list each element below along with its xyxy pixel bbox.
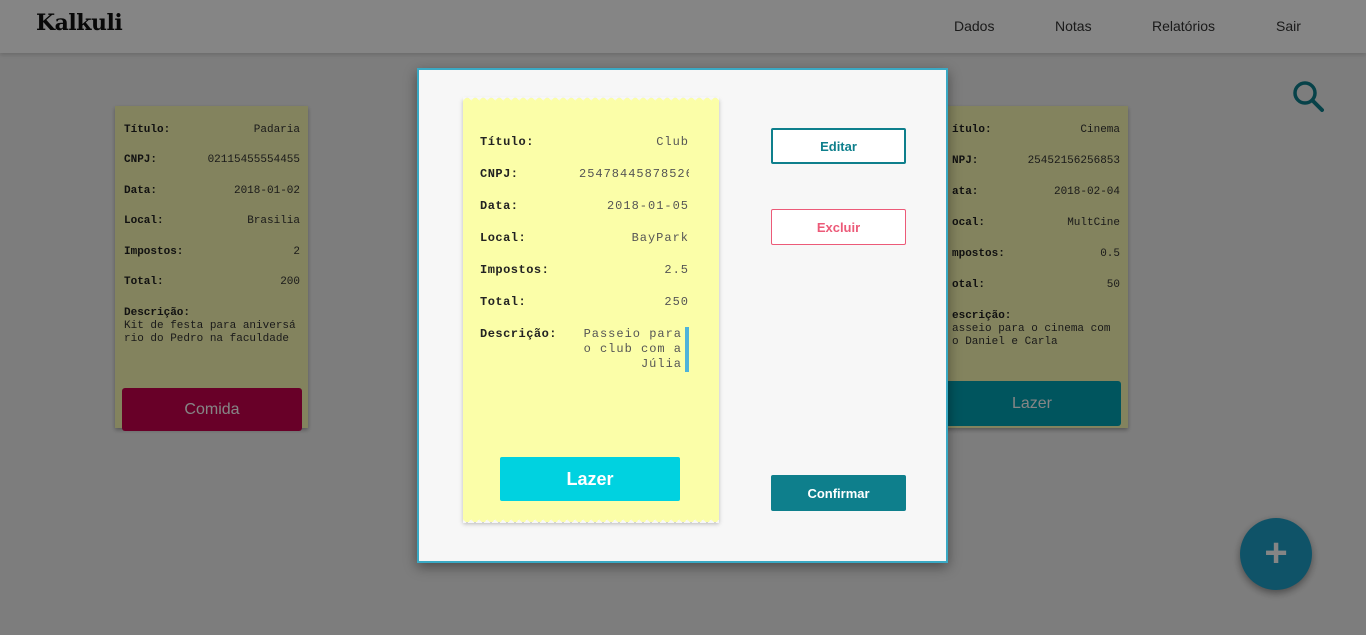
receipt-torn-edge-top [463, 97, 719, 103]
row-value[interactable]: Club [656, 135, 689, 149]
receipt-row-cnpj: CNPJ: 25478445878526 [480, 167, 689, 181]
edit-button[interactable]: Editar [771, 128, 906, 164]
receipt-torn-edge-bottom [463, 517, 719, 523]
row-label: Descrição: [480, 327, 558, 341]
row-value[interactable]: 2018-01-05 [607, 199, 689, 213]
row-value[interactable]: 25478445878526 [579, 167, 689, 181]
row-label: CNPJ: [480, 167, 519, 181]
description-textarea[interactable]: Passeio para o club com a Júlia [578, 327, 689, 372]
receipt-preview: Título: Club CNPJ: 25478445878526 Data: 201… [463, 97, 719, 523]
delete-button[interactable]: Excluir [771, 209, 906, 245]
category-button-lazer[interactable]: Lazer [500, 457, 680, 501]
receipt-row-total: Total: 250 [480, 295, 689, 309]
receipt-row-local: Local: BayPark [480, 231, 689, 245]
receipt-row-descricao: Descrição: Passeio para o club com a Júli… [480, 327, 689, 372]
receipt-detail-modal: Título: Club CNPJ: 25478445878526 Data: 201… [417, 68, 948, 563]
row-value[interactable]: 250 [664, 295, 689, 309]
row-value[interactable]: BayPark [632, 231, 689, 245]
row-label: Local: [480, 231, 527, 245]
row-label: Impostos: [480, 263, 550, 277]
receipt-row-impostos: Impostos: 2.5 [480, 263, 689, 277]
row-label: Título: [480, 135, 534, 149]
receipt-row-titulo: Título: Club [480, 135, 689, 149]
receipt-row-data: Data: 2018-01-05 [480, 199, 689, 213]
row-label: Total: [480, 295, 527, 309]
row-value[interactable]: 2.5 [664, 263, 689, 277]
row-label: Data: [480, 199, 519, 213]
confirm-button[interactable]: Confirmar [771, 475, 906, 511]
